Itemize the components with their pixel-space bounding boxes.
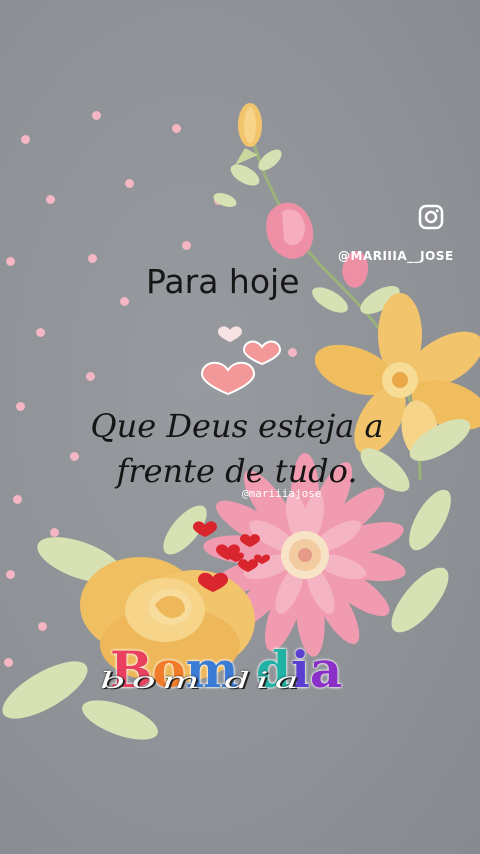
heading: Para hoje — [146, 262, 300, 301]
message-text: Que Deus esteja a frente de tudo. — [72, 404, 402, 494]
greeting-card: @MARIIIA__JOSE Para hoje Que Deus esteja… — [0, 0, 480, 854]
instagram-icon — [418, 204, 444, 230]
message-line-2: frente de tudo. — [116, 452, 358, 490]
instagram-handle: @MARIIIA__JOSE — [338, 249, 454, 263]
bom-dia-script: bom dia — [100, 668, 305, 694]
greeting-letter: a — [309, 640, 343, 699]
message-line-1: Que Deus esteja a — [90, 407, 384, 445]
watermark-handle: @mariiiajose — [242, 487, 322, 500]
